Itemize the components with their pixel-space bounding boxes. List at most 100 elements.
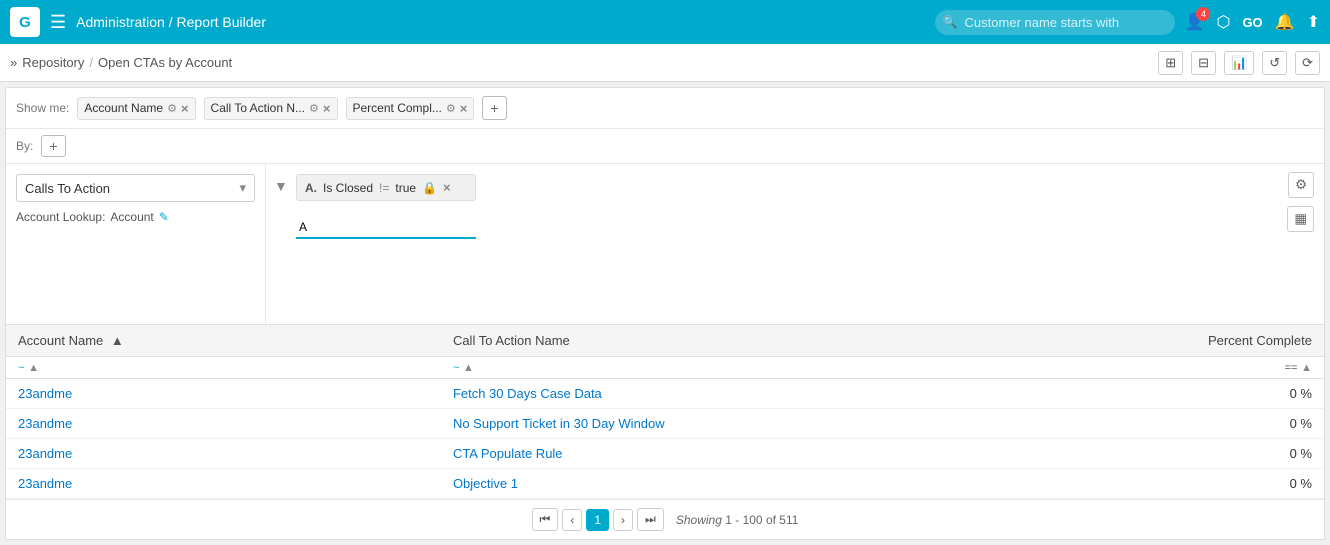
view-grid-icon[interactable]: ⊞ bbox=[1158, 51, 1183, 75]
bell-icon[interactable]: 🔔 bbox=[1275, 12, 1295, 32]
account-value: Account bbox=[110, 210, 153, 224]
chip-cta-label: Call To Action N... bbox=[211, 101, 306, 115]
cell-percent: 0 % bbox=[889, 469, 1324, 499]
filter-row-a: A. Is Closed != true 🔒 × bbox=[296, 174, 476, 201]
next-page-button[interactable]: › bbox=[613, 509, 633, 531]
chip-cta-gear[interactable]: ⚙ bbox=[309, 102, 319, 115]
search-input[interactable] bbox=[935, 10, 1175, 35]
uparrow-icon[interactable]: ⬆ bbox=[1307, 12, 1320, 32]
filter-settings-button[interactable]: ⚙ bbox=[1288, 172, 1314, 198]
percent-value: 0 % bbox=[1290, 476, 1312, 491]
col-percent-filter: == ▲ bbox=[889, 357, 1324, 379]
chip-cta-close[interactable]: × bbox=[323, 101, 331, 116]
filter-delete-icon[interactable]: × bbox=[443, 180, 451, 195]
by-label: By: bbox=[16, 139, 33, 153]
left-panel: Calls To Action ▾ Account Lookup: Accoun… bbox=[6, 164, 266, 324]
account-link[interactable]: 23andme bbox=[18, 476, 72, 491]
last-page-button[interactable]: ⏭ bbox=[637, 508, 664, 531]
col-percent-header[interactable]: Percent Complete bbox=[889, 325, 1324, 357]
page-1-button[interactable]: 1 bbox=[586, 509, 609, 531]
table-row: 23andme Fetch 30 Days Case Data 0 % bbox=[6, 379, 1324, 409]
col-account-filter: ~ ▲ bbox=[6, 357, 441, 379]
chip-account-close[interactable]: × bbox=[181, 101, 189, 116]
filter-field: Is Closed bbox=[323, 181, 373, 195]
chip-percent-gear[interactable]: ⚙ bbox=[446, 102, 456, 115]
dropdown-arrow-icon: ▾ bbox=[239, 180, 246, 196]
cta-link[interactable]: Objective 1 bbox=[453, 476, 518, 491]
calls-to-action-dropdown[interactable]: Calls To Action ▾ bbox=[16, 174, 255, 202]
app-title: Administration / Report Builder bbox=[76, 14, 924, 30]
cell-cta: CTA Populate Rule bbox=[441, 439, 889, 469]
col-cta-filter-sort: ▲ bbox=[463, 362, 474, 374]
menu-icon[interactable]: ☰ bbox=[50, 12, 66, 33]
account-link[interactable]: 23andme bbox=[18, 446, 72, 461]
pagination-info: Showing 1 - 100 of 511 bbox=[676, 513, 799, 527]
breadcrumb-icons: ⊞ ⊟ 📊 ↺ ⟳ bbox=[1158, 51, 1320, 75]
chip-percent-close[interactable]: × bbox=[460, 101, 468, 116]
sort-account-icon: ▲ bbox=[111, 333, 124, 348]
add-by-button[interactable]: + bbox=[41, 135, 65, 157]
chart-icon[interactable]: 📊 bbox=[1224, 51, 1254, 75]
breadcrumb: » Repository / Open CTAs by Account bbox=[10, 55, 232, 70]
user-icon[interactable]: 👤4 bbox=[1185, 12, 1205, 32]
content-area: Calls To Action ▾ Account Lookup: Accoun… bbox=[6, 164, 1324, 324]
top-navigation: G ☰ Administration / Report Builder 👤4 ⬡… bbox=[0, 0, 1330, 44]
dropdown-label: Calls To Action bbox=[25, 181, 110, 196]
first-page-button[interactable]: ⏮ bbox=[532, 508, 559, 531]
filter-input-row bbox=[296, 217, 476, 239]
account-link[interactable]: 23andme bbox=[18, 386, 72, 401]
col-percent-filter-sort: ▲ bbox=[1301, 362, 1312, 374]
pagination-row: ⏮ ‹ 1 › ⏭ Showing 1 - 100 of 511 bbox=[6, 499, 1324, 539]
chip-percent: Percent Compl... ⚙ × bbox=[346, 97, 475, 120]
account-lookup-label: Account Lookup: bbox=[16, 210, 105, 224]
cell-percent: 0 % bbox=[889, 439, 1324, 469]
reload-icon[interactable]: ⟳ bbox=[1295, 51, 1320, 75]
main-content: Show me: Account Name ⚙ × Call To Action… bbox=[5, 87, 1325, 540]
filter-lock-icon[interactable]: 🔒 bbox=[422, 181, 437, 195]
refresh-icon[interactable]: ↺ bbox=[1262, 51, 1287, 75]
cta-link[interactable]: No Support Ticket in 30 Day Window bbox=[453, 416, 665, 431]
table-row: 23andme Objective 1 0 % bbox=[6, 469, 1324, 499]
prev-page-button[interactable]: ‹ bbox=[562, 509, 582, 531]
account-link[interactable]: 23andme bbox=[18, 416, 72, 431]
cell-percent: 0 % bbox=[889, 379, 1324, 409]
chip-account-label: Account Name bbox=[84, 101, 163, 115]
filter-grid-button[interactable]: ▦ bbox=[1287, 206, 1314, 232]
breadcrumb-bar: » Repository / Open CTAs by Account ⊞ ⊟ … bbox=[0, 44, 1330, 82]
cta-link[interactable]: CTA Populate Rule bbox=[453, 446, 563, 461]
col-account-filter-sort: ▲ bbox=[28, 362, 39, 374]
chip-account-name: Account Name ⚙ × bbox=[77, 97, 195, 120]
percent-value: 0 % bbox=[1290, 386, 1312, 401]
filter-text-input[interactable] bbox=[296, 217, 476, 239]
chip-account-gear[interactable]: ⚙ bbox=[167, 102, 177, 115]
col-account-filter-tilde: ~ bbox=[18, 362, 24, 374]
table-wrapper: Account Name ▲ Call To Action Name Perce… bbox=[6, 324, 1324, 499]
chip-cta-name: Call To Action N... ⚙ × bbox=[204, 97, 338, 120]
go-label[interactable]: GO bbox=[1242, 15, 1262, 30]
table-row: 23andme No Support Ticket in 30 Day Wind… bbox=[6, 409, 1324, 439]
col-percent-filter-eq: == bbox=[1285, 362, 1298, 374]
table-row: 23andme CTA Populate Rule 0 % bbox=[6, 439, 1324, 469]
cell-account: 23andme bbox=[6, 469, 441, 499]
add-column-button[interactable]: + bbox=[482, 96, 506, 120]
filter-value: true bbox=[395, 181, 416, 195]
percent-value: 0 % bbox=[1290, 446, 1312, 461]
chip-percent-label: Percent Compl... bbox=[353, 101, 442, 115]
filter-area: ▼ A. Is Closed != true 🔒 × ⚙ bbox=[266, 164, 1324, 324]
table-header-row: Account Name ▲ Call To Action Name Perce… bbox=[6, 325, 1324, 357]
view-list-icon[interactable]: ⊟ bbox=[1191, 51, 1216, 75]
hierarchy-icon[interactable]: ⬡ bbox=[1216, 12, 1230, 32]
account-edit-icon[interactable]: ✎ bbox=[159, 210, 169, 224]
breadcrumb-repo[interactable]: Repository bbox=[22, 55, 84, 70]
cell-cta: Objective 1 bbox=[441, 469, 889, 499]
col-cta-header[interactable]: Call To Action Name bbox=[441, 325, 889, 357]
cta-link[interactable]: Fetch 30 Days Case Data bbox=[453, 386, 602, 401]
toolbar-row: Show me: Account Name ⚙ × Call To Action… bbox=[6, 88, 1324, 129]
filter-letter: A. bbox=[305, 181, 317, 195]
table-filter-sub-row: ~ ▲ ~ ▲ == ▲ bbox=[6, 357, 1324, 379]
col-account-header[interactable]: Account Name ▲ bbox=[6, 325, 441, 357]
breadcrumb-arrow: » bbox=[10, 55, 17, 70]
cell-account: 23andme bbox=[6, 379, 441, 409]
col-cta-filter-tilde: ~ bbox=[453, 362, 459, 374]
col-cta-filter: ~ ▲ bbox=[441, 357, 889, 379]
